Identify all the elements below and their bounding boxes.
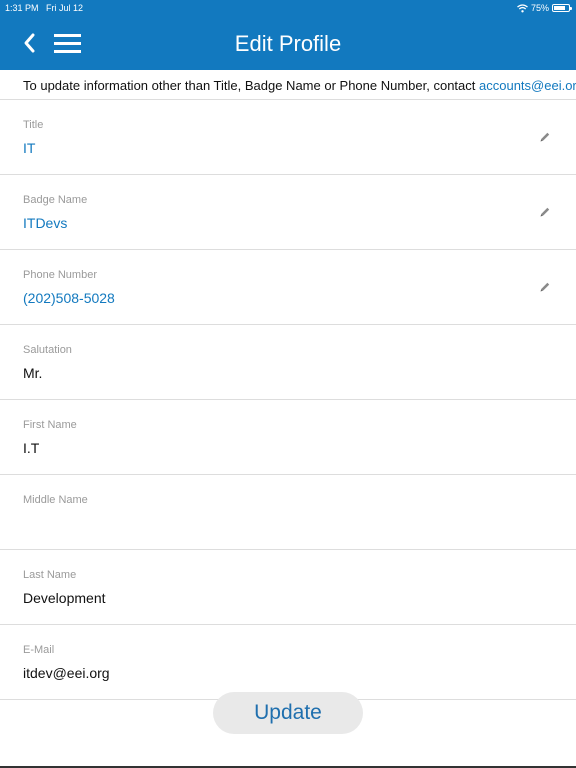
status-right: 75% bbox=[517, 3, 572, 13]
field-value[interactable]: Mr. bbox=[23, 365, 42, 381]
field-salutation[interactable]: Salutation Mr. bbox=[0, 325, 576, 400]
field-value[interactable]: itdev@eei.org bbox=[23, 665, 110, 681]
field-label: E-Mail bbox=[23, 644, 55, 656]
field-label: Phone Number bbox=[23, 269, 97, 281]
field-label: Salutation bbox=[23, 344, 72, 356]
field-label: Badge Name bbox=[23, 194, 88, 206]
nav-bar: Edit Profile bbox=[0, 16, 576, 70]
field-label: First Name bbox=[23, 419, 77, 431]
battery-fill bbox=[554, 6, 565, 10]
contact-notice: To update information other than Title, … bbox=[0, 70, 576, 100]
battery-percent: 75% bbox=[530, 3, 549, 13]
pencil-icon[interactable] bbox=[538, 280, 552, 294]
field-middle-name[interactable]: Middle Name bbox=[0, 475, 576, 550]
field-label: Title bbox=[23, 119, 44, 131]
field-last-name[interactable]: Last Name Development bbox=[0, 550, 576, 625]
page-title: Edit Profile bbox=[234, 31, 342, 56]
pencil-icon[interactable] bbox=[538, 205, 552, 219]
field-value[interactable]: ITDevs bbox=[23, 215, 67, 231]
field-label: Last Name bbox=[23, 569, 77, 581]
field-phone-number[interactable]: Phone Number (202)508-5028 bbox=[0, 250, 576, 325]
status-date: Fri Jul 12 bbox=[46, 3, 84, 13]
field-value[interactable]: I.T bbox=[23, 440, 39, 456]
field-e-mail[interactable]: E-Mail itdev@eei.org bbox=[0, 625, 576, 700]
field-value[interactable]: (202)508-5028 bbox=[23, 290, 115, 306]
field-first-name[interactable]: First Name I.T bbox=[0, 400, 576, 475]
field-label: Middle Name bbox=[23, 494, 88, 506]
accounts-email-link[interactable]: accounts@eei.org bbox=[479, 78, 576, 93]
notice-text: To update information other than Title, … bbox=[23, 78, 479, 93]
status-bar: 1:31 PM Fri Jul 12 75% bbox=[0, 0, 576, 16]
status-time: 1:31 PM bbox=[5, 3, 39, 13]
field-title[interactable]: Title IT bbox=[0, 100, 576, 175]
pencil-icon[interactable] bbox=[538, 130, 552, 144]
field-value[interactable]: Development bbox=[23, 590, 106, 606]
battery-icon bbox=[552, 4, 572, 12]
field-value[interactable]: IT bbox=[23, 140, 35, 156]
update-button[interactable]: Update bbox=[213, 692, 363, 734]
wifi-icon bbox=[517, 3, 528, 12]
field-badge-name[interactable]: Badge Name ITDevs bbox=[0, 175, 576, 250]
